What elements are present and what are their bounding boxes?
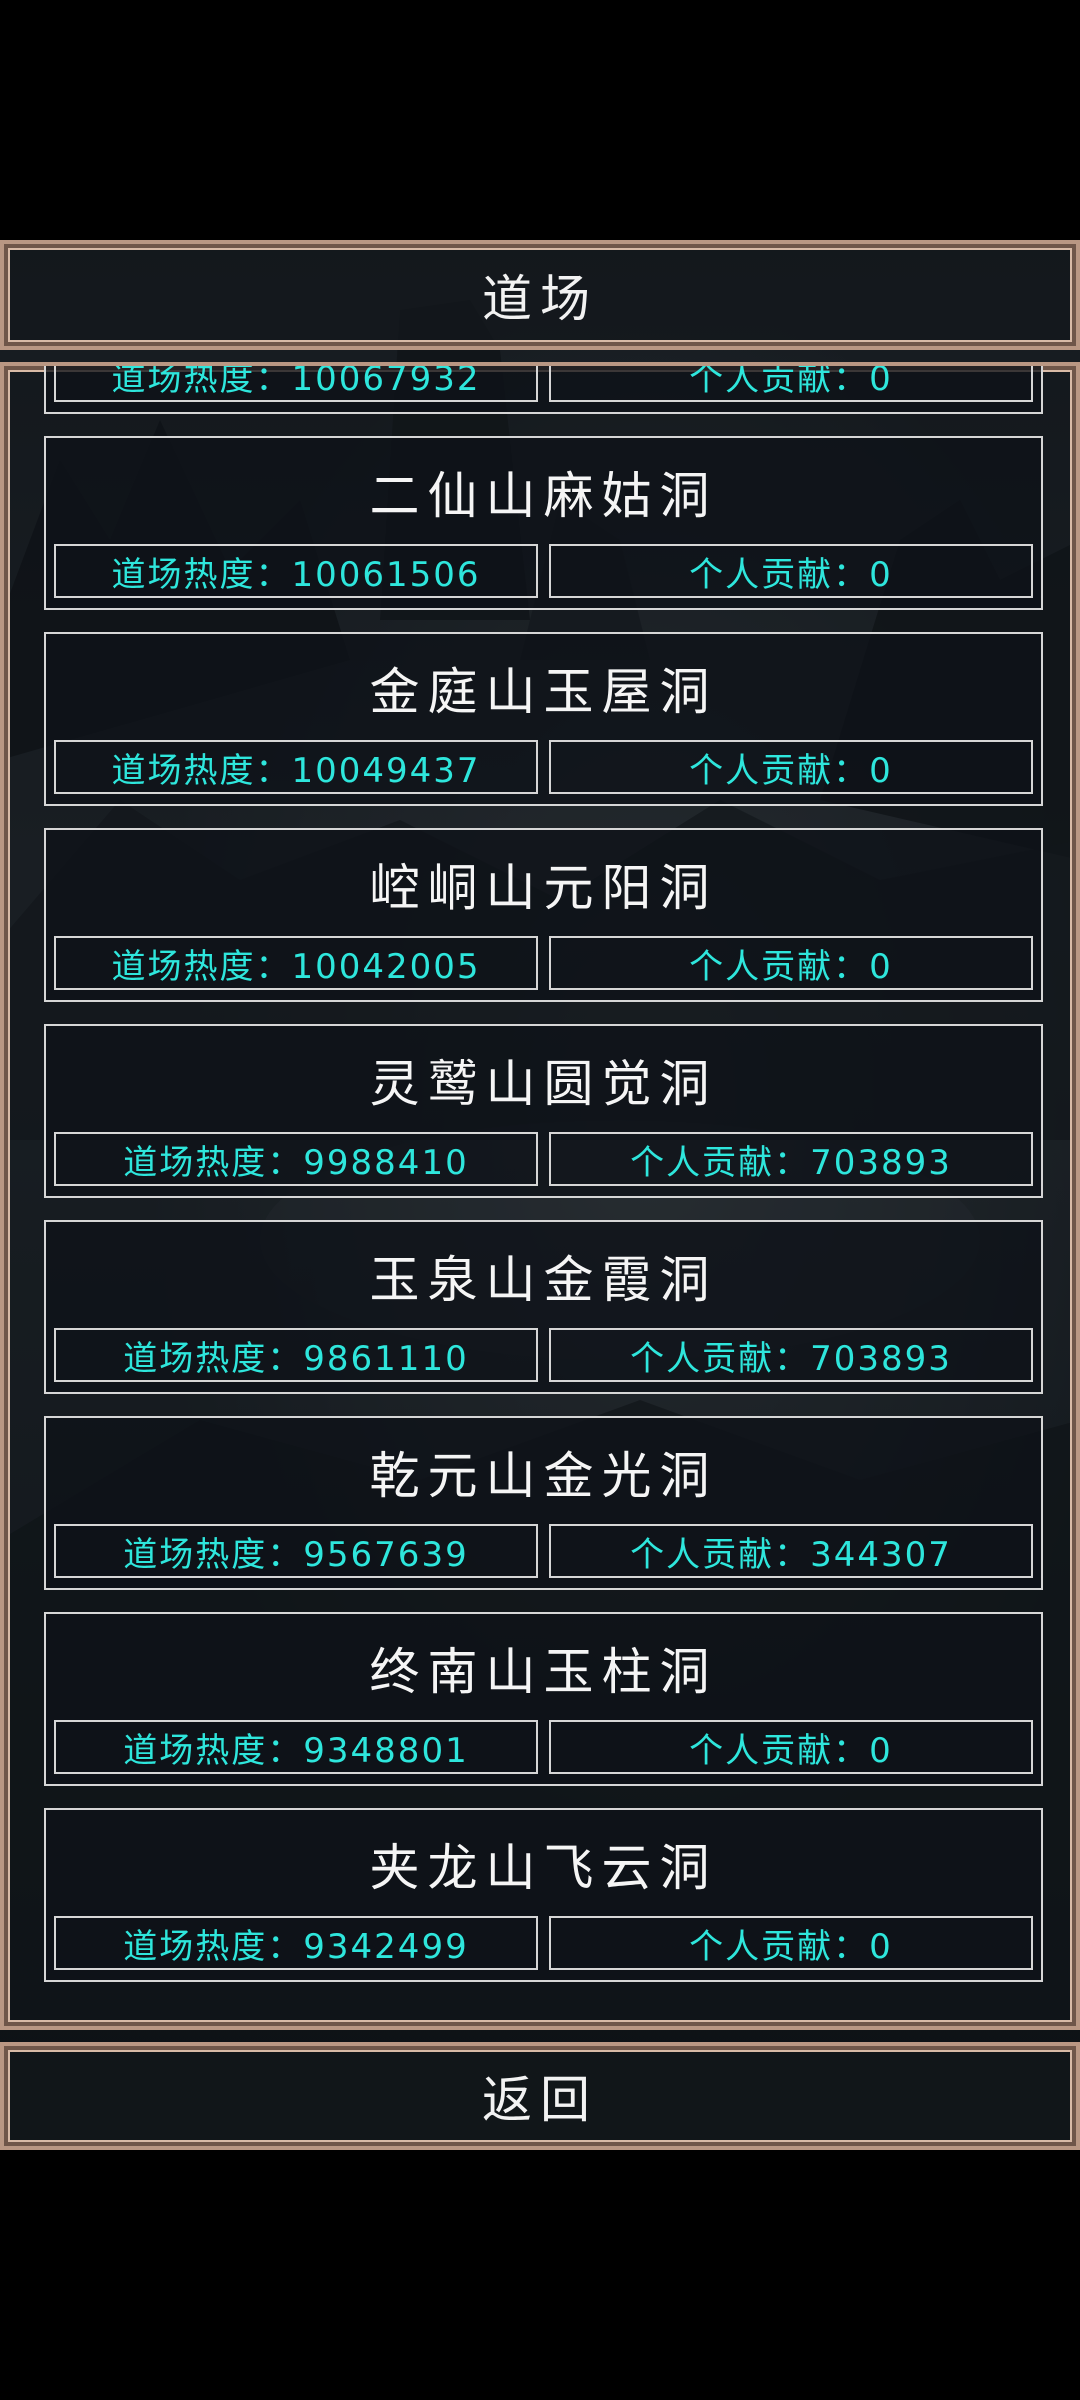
dojo-card[interactable]: 灵鹫山圆觉洞 道场热度：9988410 个人贡献：703893: [44, 1024, 1043, 1198]
dojo-card[interactable]: 玉泉山金霞洞 道场热度：9861110 个人贡献：703893: [44, 1220, 1043, 1394]
personal-contribution: 个人贡献：0: [549, 366, 1033, 402]
dojo-heat: 道场热度：9861110: [54, 1328, 538, 1382]
personal-contribution: 个人贡献：0: [549, 1916, 1033, 1970]
dojo-heat: 道场热度：10067932: [54, 366, 538, 402]
dojo-heat: 道场热度：9342499: [54, 1916, 538, 1970]
dojo-list-panel[interactable]: 道场热度：10067932 个人贡献：0 二仙山麻姑洞 道场热度：1006150…: [0, 362, 1080, 2030]
dojo-heat: 道场热度：9348801: [54, 1720, 538, 1774]
dojo-card[interactable]: 乾元山金光洞 道场热度：9567639 个人贡献：344307: [44, 1416, 1043, 1590]
dojo-card[interactable]: 道场热度：10067932 个人贡献：0: [44, 366, 1043, 414]
dojo-name: 崆峒山元阳洞: [369, 859, 718, 917]
dojo-heat: 道场热度：10049437: [54, 740, 538, 794]
dojo-card[interactable]: 终南山玉柱洞 道场热度：9348801 个人贡献：0: [44, 1612, 1043, 1786]
dojo-list[interactable]: 道场热度：10067932 个人贡献：0 二仙山麻姑洞 道场热度：1006150…: [4, 366, 1076, 2026]
dojo-heat: 道场热度：9988410: [54, 1132, 538, 1186]
personal-contribution: 个人贡献：703893: [549, 1132, 1033, 1186]
dojo-heat: 道场热度：10042005: [54, 936, 538, 990]
page-title: 道场: [482, 270, 598, 328]
dojo-name: 灵鹫山圆觉洞: [369, 1055, 718, 1113]
personal-contribution: 个人贡献：0: [549, 740, 1033, 794]
dojo-name: 乾元山金光洞: [369, 1447, 718, 1505]
personal-contribution: 个人贡献：703893: [549, 1328, 1033, 1382]
personal-contribution: 个人贡献：0: [549, 544, 1033, 598]
back-button-label: 返回: [482, 2071, 598, 2129]
dojo-name: 玉泉山金霞洞: [369, 1251, 718, 1309]
dojo-card[interactable]: 崆峒山元阳洞 道场热度：10042005 个人贡献：0: [44, 828, 1043, 1002]
dojo-card[interactable]: 夹龙山飞云洞 道场热度：9342499 个人贡献：0: [44, 1808, 1043, 1982]
dojo-card[interactable]: 二仙山麻姑洞 道场热度：10061506 个人贡献：0: [44, 436, 1043, 610]
title-bar: 道场: [0, 240, 1080, 350]
personal-contribution: 个人贡献：344307: [549, 1524, 1033, 1578]
personal-contribution: 个人贡献：0: [549, 936, 1033, 990]
back-button[interactable]: 返回: [0, 2042, 1080, 2150]
dojo-card[interactable]: 金庭山玉屋洞 道场热度：10049437 个人贡献：0: [44, 632, 1043, 806]
dojo-name: 二仙山麻姑洞: [369, 467, 718, 525]
dojo-heat: 道场热度：10061506: [54, 544, 538, 598]
personal-contribution: 个人贡献：0: [549, 1720, 1033, 1774]
dojo-heat: 道场热度：9567639: [54, 1524, 538, 1578]
dojo-name: 金庭山玉屋洞: [369, 663, 718, 721]
dojo-name: 夹龙山飞云洞: [369, 1839, 718, 1897]
dojo-name: 终南山玉柱洞: [369, 1643, 718, 1701]
